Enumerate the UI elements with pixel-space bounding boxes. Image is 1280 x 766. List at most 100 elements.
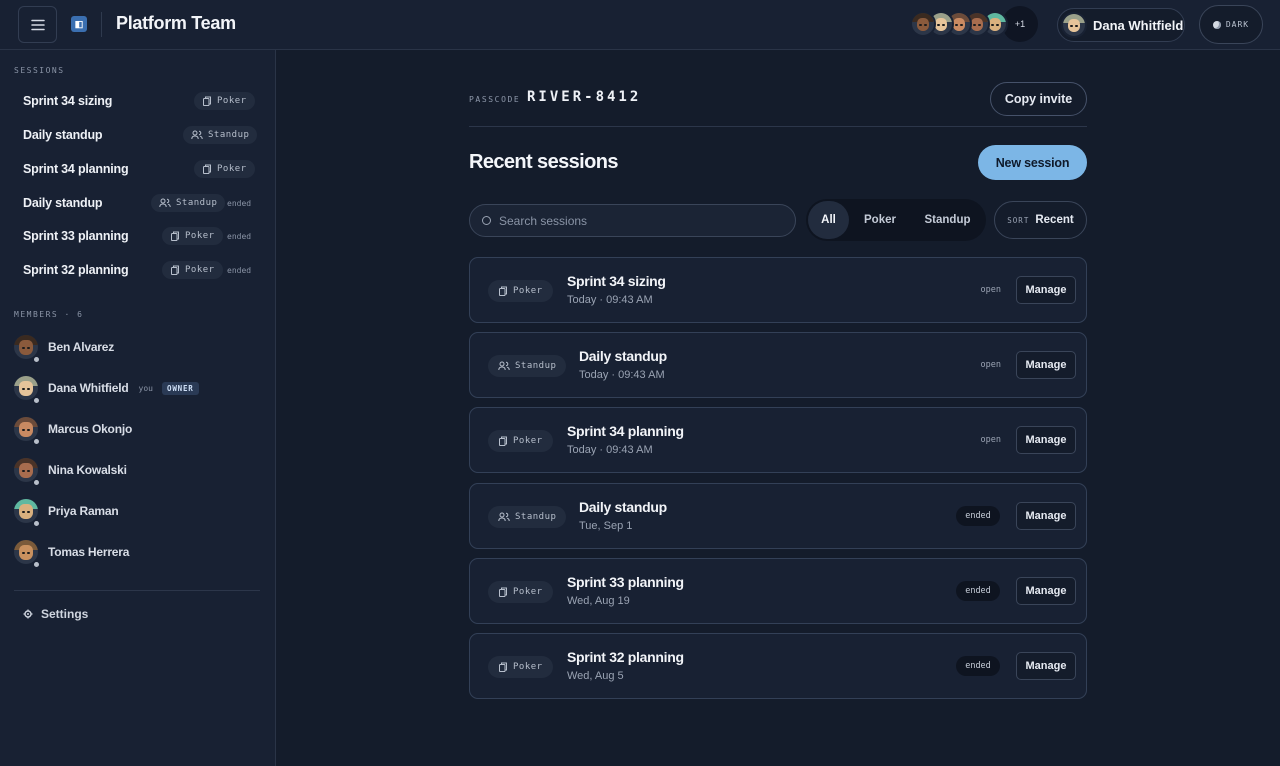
search-input[interactable] — [499, 213, 779, 228]
session-card[interactable]: Poker Sprint 33 planning Wed, Aug 19 ended M… — [469, 558, 1087, 624]
session-title: Sprint 32 planning — [567, 649, 684, 665]
sidebar-session-item[interactable]: Sprint 34 planning Poker — [14, 153, 262, 185]
user-name: Dana Whitfield — [1093, 17, 1184, 33]
sidebar-divider — [14, 590, 260, 591]
sidebar-session-item[interactable]: Sprint 32 planning Poker ended — [14, 254, 262, 286]
avatar — [1061, 12, 1087, 38]
avatar — [14, 499, 40, 527]
session-card[interactable]: Poker Sprint 34 sizing Today · 09:43 AM ope… — [469, 257, 1087, 323]
member-item[interactable]: Tomas Herrera — [14, 537, 262, 568]
sidebar-session-item[interactable]: Sprint 34 sizing Poker — [14, 85, 262, 117]
card-icon — [499, 436, 507, 446]
session-type-label: Poker — [513, 662, 543, 672]
session-date: Wed, Aug 5 — [567, 670, 624, 682]
session-status: ended — [227, 231, 252, 241]
member-name: Marcus Okonjo — [48, 422, 133, 436]
session-date: Today · 09:43 AM — [579, 369, 665, 381]
member-item[interactable]: Marcus Okonjo — [14, 414, 262, 445]
card-icon — [171, 231, 179, 241]
manage-button[interactable]: Manage — [1016, 276, 1076, 304]
filter-poker[interactable]: Poker — [849, 201, 911, 239]
sort-button[interactable]: SORT Recent — [994, 201, 1087, 239]
moon-icon — [1212, 20, 1221, 29]
status-label: open — [980, 435, 1001, 445]
session-date: Today · 09:43 AM — [567, 444, 653, 456]
role-badge: OWNER — [162, 381, 199, 395]
session-card[interactable]: Standup Daily standup Tue, Sep 1 ended Manag… — [469, 483, 1087, 549]
session-title: Sprint 32 planning — [23, 263, 129, 277]
card-icon — [499, 662, 507, 672]
sort-value: Recent — [1035, 214, 1074, 226]
card-icon — [203, 96, 211, 106]
sidebar-session-item[interactable]: Daily standup Standup — [14, 119, 262, 151]
theme-toggle[interactable]: DARK — [1199, 5, 1263, 44]
type-filter: All Poker Standup — [806, 199, 986, 241]
session-title: Sprint 33 planning — [23, 229, 129, 243]
copy-invite-button[interactable]: Copy invite — [990, 82, 1087, 116]
session-type-label: Poker — [513, 436, 543, 446]
session-title: Sprint 33 planning — [567, 574, 684, 590]
session-title: Sprint 34 planning — [567, 423, 684, 439]
users-icon — [159, 198, 171, 208]
sidebar: SESSIONS Sprint 34 sizing Poker Daily stan… — [0, 50, 276, 766]
filter-all[interactable]: All — [808, 201, 849, 239]
search-icon — [482, 216, 491, 225]
card-icon — [499, 587, 507, 597]
member-name: Ben Alvarez — [48, 340, 115, 354]
session-title: Daily standup — [23, 128, 103, 142]
avatar — [14, 376, 40, 404]
status-label: open — [980, 360, 1001, 370]
member-name: Priya Raman — [48, 504, 119, 518]
manage-button[interactable]: Manage — [1016, 351, 1076, 379]
presence-dot — [33, 356, 40, 363]
presence-dot — [33, 520, 40, 527]
member-item[interactable]: Nina Kowalski — [14, 455, 262, 486]
session-type-badge: Poker — [162, 227, 223, 245]
team-title: Platform Team — [116, 13, 236, 33]
menu-button[interactable] — [18, 6, 57, 43]
manage-button[interactable]: Manage — [1016, 652, 1076, 680]
member-name: Dana Whitfield — [48, 381, 129, 395]
manage-button[interactable]: Manage — [1016, 426, 1076, 454]
new-session-button[interactable]: New session — [978, 145, 1087, 180]
session-type-label: Poker — [217, 96, 247, 106]
session-status: ended — [227, 198, 252, 208]
passcode-value: RIVER-8412 — [527, 89, 642, 105]
member-item[interactable]: Priya Raman — [14, 496, 262, 527]
user-menu[interactable]: Dana Whitfield — [1057, 8, 1185, 42]
status-badge: ended — [956, 581, 1000, 601]
main-divider — [469, 126, 1087, 127]
card-icon — [171, 265, 179, 275]
sidebar-session-item[interactable]: Sprint 33 planning Poker ended — [14, 220, 262, 252]
member-item[interactable]: Dana Whitfield you OWNER — [14, 373, 262, 404]
members-heading: MEMBERS · 6 — [14, 310, 84, 319]
manage-button[interactable]: Manage — [1016, 577, 1076, 605]
session-type-badge: Poker — [194, 160, 255, 178]
session-type-badge: Standup — [488, 506, 567, 528]
sessions-heading: SESSIONS — [14, 66, 65, 75]
session-card[interactable]: Standup Daily standup Today · 09:43 AM open… — [469, 332, 1087, 398]
page-title: Recent sessions — [469, 151, 618, 173]
sort-label: SORT — [1007, 215, 1030, 225]
session-date: Tue, Sep 1 — [579, 520, 633, 532]
participant-avatars[interactable]: +1 — [910, 6, 1038, 42]
card-icon — [203, 164, 211, 174]
filter-standup[interactable]: Standup — [911, 201, 984, 239]
gear-icon — [23, 609, 33, 619]
passcode-label: PASSCODE — [469, 95, 521, 104]
sidebar-session-item[interactable]: Daily standup Standup ended — [14, 187, 262, 219]
users-icon — [498, 361, 510, 371]
session-card[interactable]: Poker Sprint 34 planning Today · 09:43 AM o… — [469, 407, 1087, 473]
session-type-badge: Standup — [183, 126, 258, 144]
session-type-label: Poker — [185, 265, 215, 275]
session-type-label: Poker — [513, 587, 543, 597]
settings-link[interactable]: Settings — [23, 607, 88, 621]
session-date: Today · 09:43 AM — [567, 294, 653, 306]
member-item[interactable]: Ben Alvarez — [14, 332, 262, 363]
manage-button[interactable]: Manage — [1016, 502, 1076, 530]
status-badge: ended — [956, 656, 1000, 676]
avatar — [14, 417, 40, 445]
presence-dot — [33, 561, 40, 568]
session-card[interactable]: Poker Sprint 32 planning Wed, Aug 5 ended Ma… — [469, 633, 1087, 699]
session-type-badge: Poker — [488, 656, 553, 678]
